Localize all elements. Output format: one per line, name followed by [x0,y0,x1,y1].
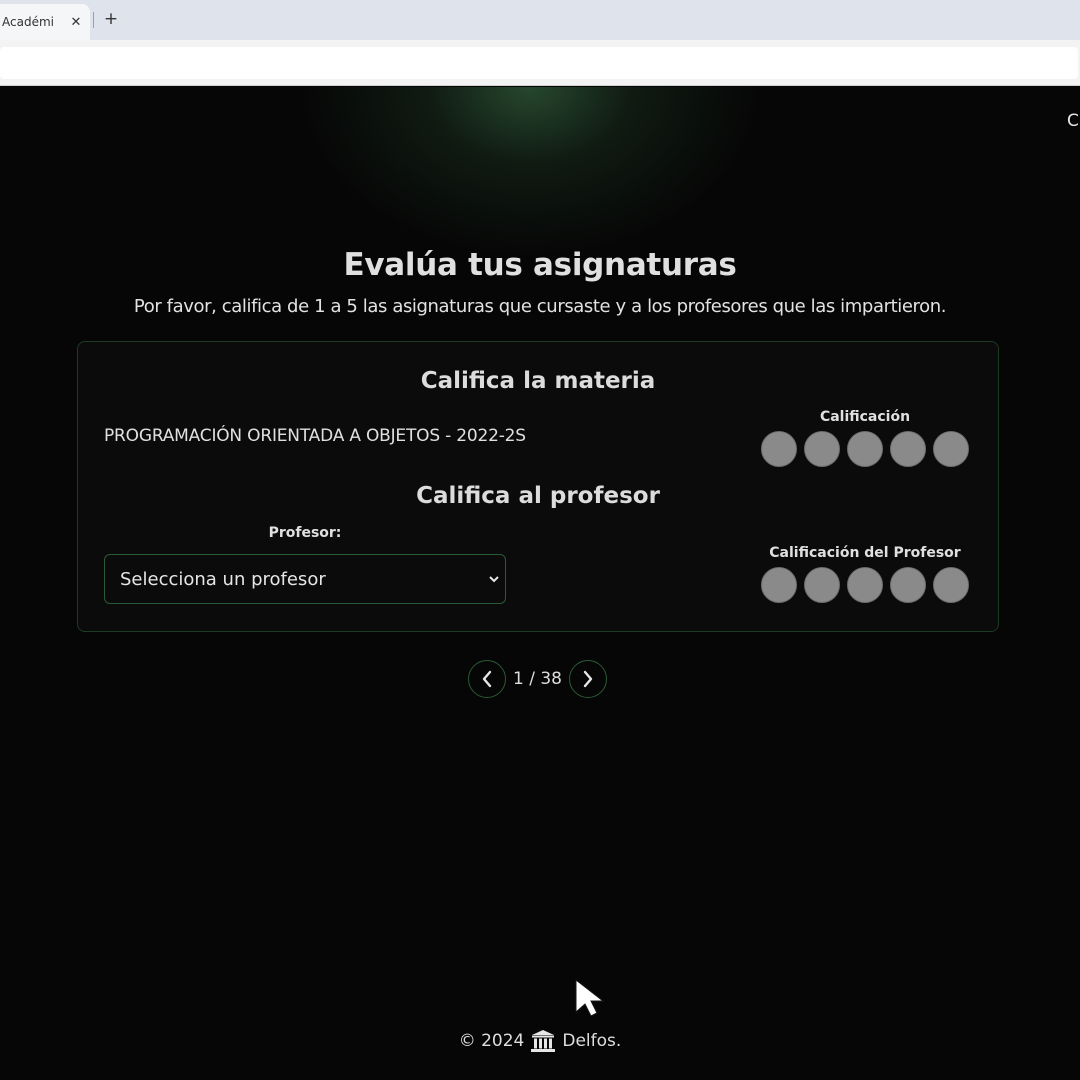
close-icon[interactable]: ✕ [66,15,86,30]
previous-page-button[interactable] [468,660,506,698]
copyright-text: © 2024 [458,1031,525,1051]
professor-rating-dot-1[interactable] [761,567,797,603]
subject-rating-dot-1[interactable] [761,431,797,467]
mouse-cursor-icon [575,978,605,1017]
professor-label: Profesor: [268,525,342,541]
evaluation-card: Califica la materia PROGRAMACIÓN ORIENTA… [77,341,999,632]
professor-heading: Califica al profesor [416,483,660,509]
professor-rating-dot-4[interactable] [890,567,926,603]
chevron-left-icon [482,670,492,688]
subject-rating [761,431,969,467]
next-page-button[interactable] [569,660,607,698]
page-subtitle: Por favor, califica de 1 a 5 las asignat… [133,296,947,317]
pagination: 1 / 38 [468,660,607,698]
professor-rating-dot-2[interactable] [804,567,840,603]
subject-rating-label: Calificación [819,409,911,425]
address-bar [0,40,1080,86]
subject-rating-dot-3[interactable] [847,431,883,467]
professor-rating-dot-5[interactable] [933,567,969,603]
subject-rating-dot-4[interactable] [890,431,926,467]
subject-rating-dot-5[interactable] [933,431,969,467]
professor-select-value: Selecciona un profesor [120,568,326,590]
professor-rating-dot-3[interactable] [847,567,883,603]
browser-tab-bar: Académi ✕ + [0,0,1080,40]
tab-title: Académi [2,15,54,29]
nav-link[interactable]: C [1067,111,1080,131]
page: C Evalúa tus asignaturas Por favor, cali… [0,87,1080,1080]
professor-rating-label: Calificación del Profesor [769,545,961,561]
url-input[interactable] [0,47,1078,79]
professor-select[interactable]: Selecciona un profesor [104,554,506,604]
footer: © 2024 Delfos. [0,1029,1080,1053]
subject-rating-dot-2[interactable] [804,431,840,467]
page-indicator: 1 / 38 [513,669,562,689]
chevron-down-icon [483,571,505,587]
columns-logo-icon [531,1030,556,1052]
brand-name: Delfos. [562,1031,622,1051]
browser-tab[interactable]: Académi ✕ [0,4,90,40]
tab-separator [93,12,94,28]
chevron-right-icon [583,670,593,688]
page-title: Evalúa tus asignaturas [343,247,737,283]
new-tab-button[interactable]: + [101,8,121,30]
subject-name: PROGRAMACIÓN ORIENTADA A OBJETOS - 2022-… [104,426,526,446]
professor-rating [761,567,969,603]
subject-heading: Califica la materia [420,368,656,394]
